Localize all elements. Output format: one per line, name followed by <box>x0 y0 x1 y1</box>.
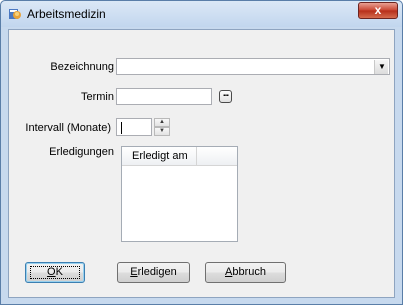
bezeichnung-combobox[interactable]: ▼ <box>116 58 390 75</box>
termin-picker-button[interactable]: ... <box>219 88 232 103</box>
window-title: Arbeitsmedizin <box>27 7 106 21</box>
chevron-up-icon: ▲ <box>159 119 165 125</box>
intervall-label: Intervall (Monate) <box>25 122 111 134</box>
chevron-down-icon: ▼ <box>378 62 386 71</box>
column-header-filler <box>197 147 237 166</box>
column-header-label: Erledigt am <box>132 150 188 162</box>
column-header-erledigt-am[interactable]: Erledigt am <box>122 147 197 166</box>
chevron-down-icon: ▼ <box>159 128 165 134</box>
close-icon: x <box>374 3 382 17</box>
title-bar[interactable]: Arbeitsmedizin x <box>1 1 402 27</box>
erledigungen-list[interactable]: Erledigt am <box>121 146 238 242</box>
text-caret <box>121 122 122 134</box>
spinner-up-button[interactable]: ▲ <box>154 118 170 127</box>
erledigungen-label: Erledigungen <box>49 146 114 158</box>
dialog-window: Arbeitsmedizin x Bezeichnung ▼ Termin ..… <box>0 0 403 305</box>
abbruch-button[interactable]: Abbruch <box>205 262 286 283</box>
erledigen-button[interactable]: Erledigen <box>117 262 190 283</box>
intervall-spinner[interactable]: ▲ ▼ <box>154 118 170 136</box>
close-button[interactable]: x <box>358 2 398 19</box>
app-icon <box>9 9 21 19</box>
intervall-input[interactable] <box>116 118 152 136</box>
ok-button[interactable]: OK <box>25 262 85 283</box>
bezeichnung-dropdown-button[interactable]: ▼ <box>374 60 388 74</box>
termin-label: Termin <box>80 91 114 103</box>
ellipsis-icon: ... <box>222 88 229 99</box>
spinner-down-button[interactable]: ▼ <box>154 127 170 136</box>
termin-field[interactable] <box>116 88 212 105</box>
abbruch-label: bbruch <box>232 266 266 278</box>
bezeichnung-label: Bezeichnung <box>50 61 114 73</box>
erledigen-label: rledigen <box>137 266 177 278</box>
dialog-client-area: Bezeichnung ▼ Termin ... Intervall (Mona… <box>8 29 395 298</box>
erledigen-mnemonic: E <box>130 266 138 278</box>
focus-rectangle <box>30 266 80 279</box>
